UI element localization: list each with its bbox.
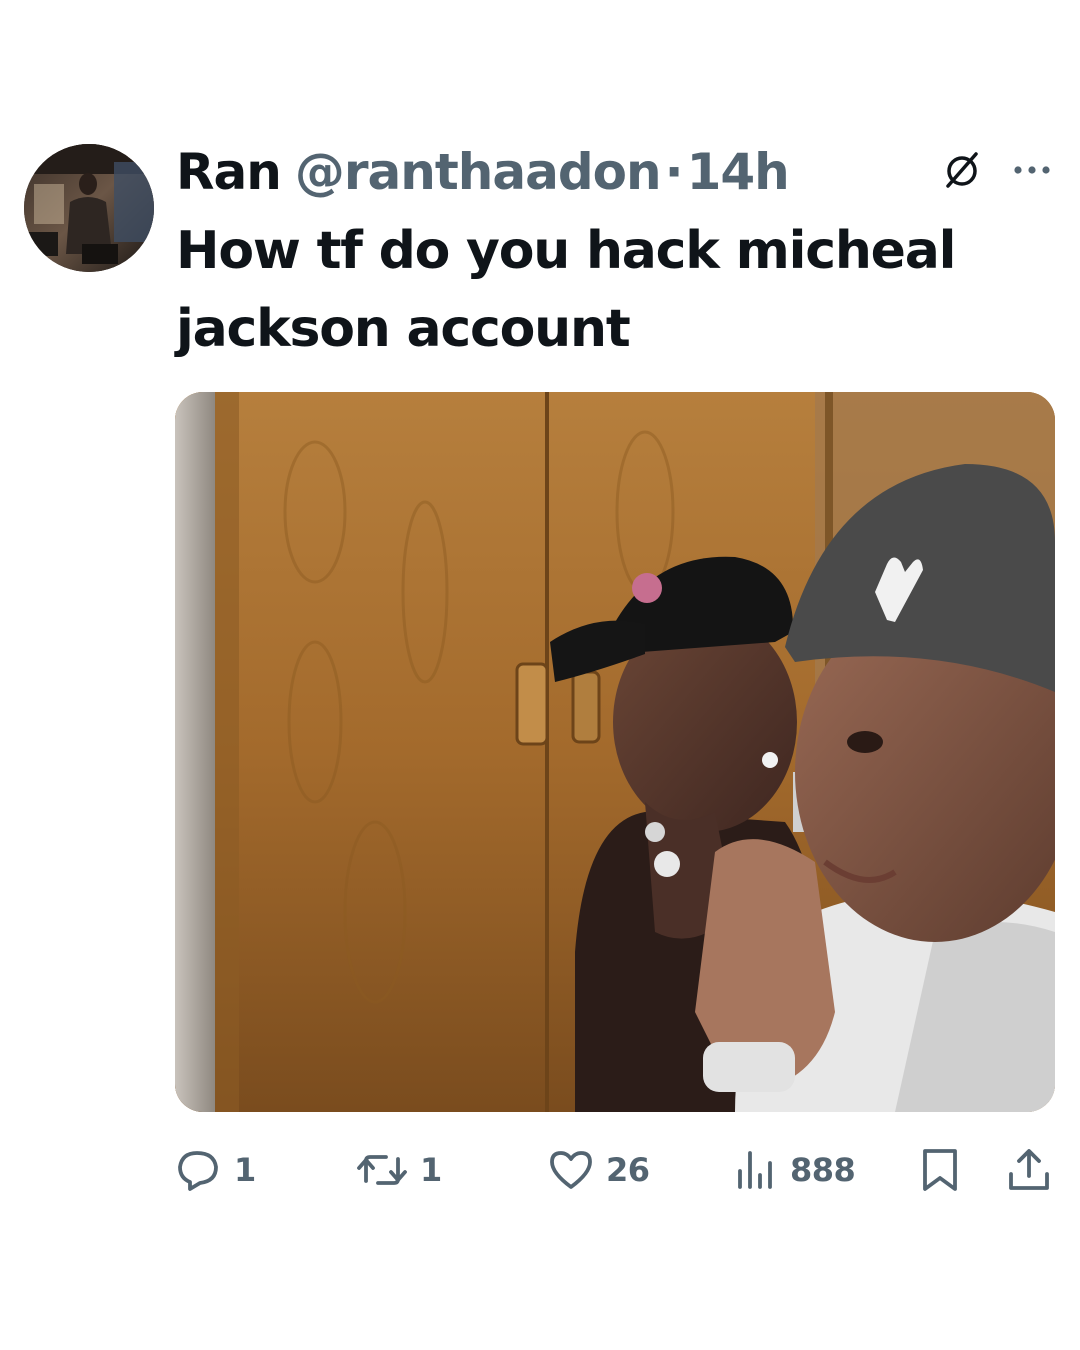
like-count: 26 xyxy=(606,1151,650,1189)
more-icon[interactable] xyxy=(1010,150,1054,190)
reply-icon xyxy=(178,1151,218,1191)
retweet-count: 1 xyxy=(420,1151,442,1189)
reply-count: 1 xyxy=(234,1151,256,1189)
tweet-media-image[interactable] xyxy=(175,392,1055,1112)
bookmark-icon xyxy=(923,1149,957,1191)
like-button[interactable]: 26 xyxy=(548,1140,650,1200)
author-handle[interactable]: @ranthaadon xyxy=(295,140,662,204)
avatar[interactable] xyxy=(24,144,154,272)
retweet-icon xyxy=(357,1155,407,1185)
author-name[interactable]: Ran xyxy=(176,140,282,204)
tweet-time[interactable]: 14h xyxy=(687,140,790,204)
separator: · xyxy=(664,143,684,201)
reply-button[interactable]: 1 xyxy=(176,1140,256,1200)
retweet-button[interactable]: 1 xyxy=(356,1140,442,1200)
tweet-header: Ran @ranthaadon · 14h xyxy=(176,140,790,204)
views-button[interactable]: 888 xyxy=(734,1140,856,1200)
views-count: 888 xyxy=(790,1151,856,1189)
tweet-action-bar: 1 1 26 888 xyxy=(0,1140,1080,1200)
tweet-screenshot: Ran @ranthaadon · 14h How tf do you hack… xyxy=(0,0,1080,1350)
bookmark-button[interactable] xyxy=(918,1140,962,1200)
grok-icon[interactable] xyxy=(940,148,984,192)
share-button[interactable] xyxy=(1006,1140,1052,1200)
share-icon xyxy=(1009,1149,1049,1190)
tweet-text: How tf do you hack micheal jackson accou… xyxy=(176,221,956,359)
views-icon xyxy=(738,1151,772,1189)
heart-icon xyxy=(550,1151,592,1189)
